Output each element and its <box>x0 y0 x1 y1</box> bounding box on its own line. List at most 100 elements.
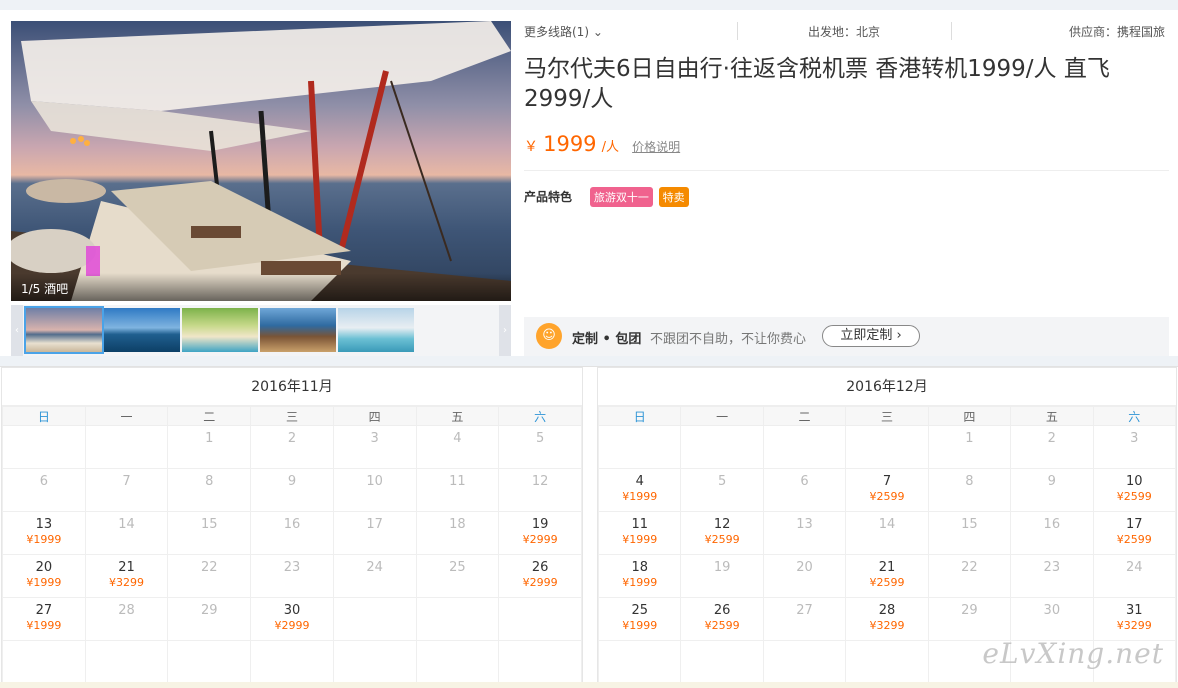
more-routes-dropdown[interactable]: 更多线路(1) ⌄ <box>524 23 603 40</box>
day-number: 30 <box>283 603 301 618</box>
calendar-week-row: 13 ¥1999 14 15 16 17 18 19 ¥2999 <box>2 511 582 555</box>
calendar-day: 2 <box>250 425 334 469</box>
day-price: ¥2599 <box>869 576 905 589</box>
calendar-day <box>250 640 334 684</box>
calendar-day[interactable]: 11 ¥1999 <box>597 511 682 555</box>
photo-caption: 1/5 酒吧 <box>11 273 511 301</box>
day-price: ¥2999 <box>522 576 558 589</box>
tag-double-eleven: 旅游双十一 <box>589 187 653 207</box>
day-number: 29 <box>200 603 218 618</box>
currency-symbol: ￥ <box>524 139 538 155</box>
calendar-day: 14 <box>845 511 929 555</box>
calendar-day <box>84 425 169 469</box>
calendar-day: 3 <box>332 425 417 469</box>
calendar-day: 18 <box>415 511 500 555</box>
calendar-day[interactable]: 4 ¥1999 <box>597 468 682 512</box>
tag-special-sale: 特卖 <box>658 187 689 207</box>
thumb-next-arrow-icon[interactable]: › <box>499 305 511 356</box>
day-number: 22 <box>961 560 978 575</box>
calendar-day[interactable]: 31 ¥3299 <box>1092 597 1177 641</box>
weekday-label: 四 <box>332 406 417 426</box>
calendar-day: 24 <box>332 554 417 598</box>
calendar-grid: 日一二三四五六 1 2 3 4 5 6 7 8 9 10 11 12 13 ¥1999 14 15 16 17 18 1… <box>2 406 582 684</box>
calendar-day[interactable]: 30 ¥2999 <box>250 597 334 641</box>
day-number: 4 <box>453 431 462 446</box>
route-meta-row: 更多线路(1) ⌄ 出发地：北京 供应商：携程国旅 <box>524 20 1169 42</box>
calendar-day: 22 <box>167 554 252 598</box>
day-number: 16 <box>1043 517 1061 532</box>
calendar-day[interactable]: 17 ¥2599 <box>1092 511 1177 555</box>
calendar-day <box>332 597 417 641</box>
calendar-day: 9 <box>1010 468 1094 512</box>
day-number: 29 <box>961 603 978 618</box>
weekday-label: 二 <box>762 406 847 426</box>
day-number: 12 <box>713 517 731 532</box>
calendar-day[interactable]: 21 ¥3299 <box>84 554 169 598</box>
calendar-day[interactable]: 21 ¥2599 <box>845 554 929 598</box>
custom-tour-name: 定制 • 包团 <box>572 332 642 347</box>
calendar-day: 11 <box>415 468 500 512</box>
price-unit: /人 <box>601 140 620 155</box>
calendar-day[interactable]: 27 ¥1999 <box>2 597 86 641</box>
day-price: ¥1999 <box>622 533 658 546</box>
day-number: 7 <box>882 474 892 489</box>
calendar-day: 22 <box>927 554 1012 598</box>
calendar-day[interactable]: 26 ¥2999 <box>498 554 582 598</box>
customize-now-button[interactable]: 立即定制 › <box>822 325 920 347</box>
calendar-day: 16 <box>1010 511 1094 555</box>
divider <box>524 170 1169 171</box>
calendar-day[interactable]: 12 ¥2599 <box>680 511 764 555</box>
calendar-day: 30 <box>1010 597 1094 641</box>
calendar-day[interactable]: 7 ¥2599 <box>845 468 929 512</box>
day-number: 3 <box>370 431 379 446</box>
calendar-day <box>680 640 764 684</box>
calendar-day[interactable]: 13 ¥1999 <box>2 511 86 555</box>
weekday-label: 三 <box>845 406 929 426</box>
calendar-day: 24 <box>1092 554 1177 598</box>
calendar-day[interactable]: 25 ¥1999 <box>597 597 682 641</box>
day-number: 2 <box>287 431 297 446</box>
photo-gallery: 1/5 酒吧 ‹ › <box>11 21 511 356</box>
calendar-week-row: 20 ¥1999 21 ¥3299 22 23 24 25 26 ¥2999 <box>2 554 582 598</box>
price-explanation-link[interactable]: 价格说明 <box>632 140 680 154</box>
day-number: 9 <box>287 474 297 489</box>
day-price: ¥1999 <box>622 576 658 589</box>
day-price: ¥1999 <box>622 619 658 632</box>
thumbnail-2[interactable] <box>104 308 180 352</box>
day-number: 23 <box>1043 560 1061 575</box>
thumbnail-1[interactable] <box>24 306 104 354</box>
calendar-day[interactable]: 28 ¥3299 <box>845 597 929 641</box>
thumbnail-3[interactable] <box>182 308 258 352</box>
calendar-day: 10 <box>332 468 417 512</box>
weekday-label: 一 <box>84 406 169 426</box>
day-price: ¥1999 <box>26 533 62 546</box>
day-number: 21 <box>878 560 896 575</box>
day-number: 28 <box>118 603 135 618</box>
thumb-prev-arrow-icon[interactable]: ‹ <box>11 305 23 356</box>
supplier: 供应商：携程国旅 <box>1068 25 1165 39</box>
feature-label: 产品特色 <box>524 190 573 204</box>
calendar-day <box>680 425 764 469</box>
weekday-label: 三 <box>250 406 334 426</box>
price-value: 1999 <box>543 132 597 156</box>
calendar-day: 28 <box>84 597 169 641</box>
calendar-day[interactable]: 10 ¥2599 <box>1092 468 1177 512</box>
calendar-day <box>762 425 847 469</box>
day-number: 17 <box>1125 517 1143 532</box>
calendar-day: 8 <box>167 468 252 512</box>
calendar-day[interactable]: 26 ¥2599 <box>680 597 764 641</box>
calendar-day <box>597 425 682 469</box>
thumbnail-4[interactable] <box>260 308 336 352</box>
calendar-week-row <box>2 640 582 684</box>
calendar-day <box>597 640 682 684</box>
calendar-day: 13 <box>762 511 847 555</box>
main-photo[interactable]: 1/5 酒吧 <box>11 21 511 301</box>
calendar-day: 4 <box>415 425 500 469</box>
calendar-day <box>845 425 929 469</box>
thumbnail-5[interactable] <box>338 308 414 352</box>
calendar-week-row: 1 2 3 4 5 <box>2 425 582 469</box>
calendar-day[interactable]: 20 ¥1999 <box>2 554 86 598</box>
day-number: 3 <box>1130 431 1139 446</box>
calendar-day[interactable]: 19 ¥2999 <box>498 511 582 555</box>
calendar-day[interactable]: 18 ¥1999 <box>597 554 682 598</box>
